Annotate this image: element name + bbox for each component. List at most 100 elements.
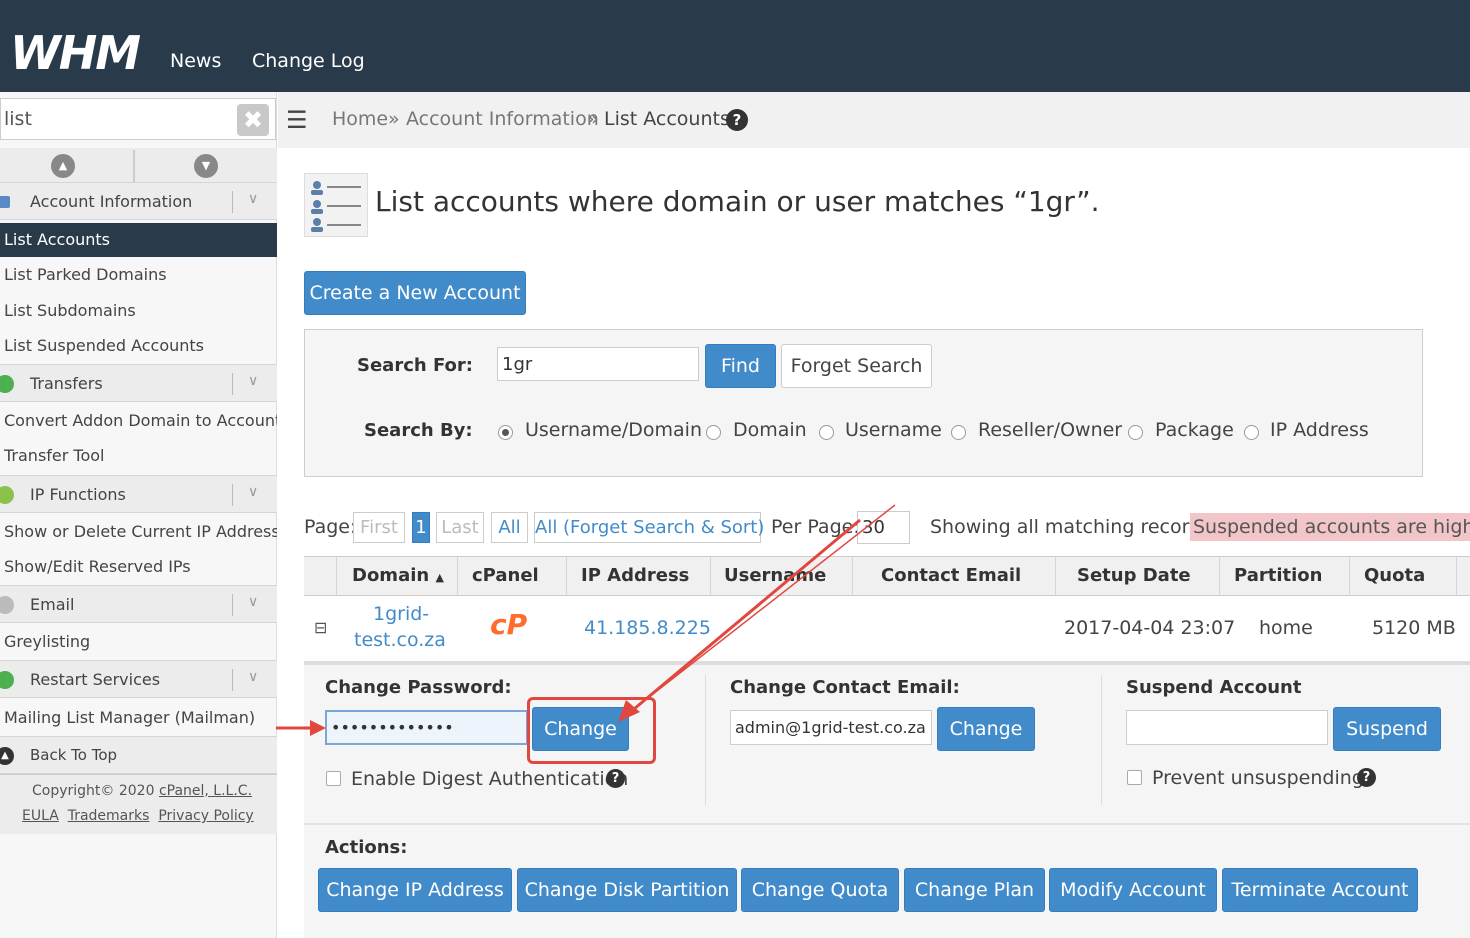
radio-ip-address[interactable] [1244, 425, 1259, 440]
sidebar-item-list-parked-domains[interactable]: List Parked Domains [0, 258, 277, 292]
page-all-forget-button[interactable]: All (Forget Search & Sort) [534, 512, 764, 543]
chevron-down-icon[interactable]: ∨ [248, 594, 258, 610]
password-input[interactable] [325, 710, 528, 745]
radio-reseller-owner[interactable] [951, 425, 966, 440]
email-icon [0, 596, 14, 614]
column-partition[interactable]: Partition [1234, 565, 1322, 586]
privacy-policy-link[interactable]: Privacy Policy [158, 808, 253, 824]
radio-username[interactable] [819, 425, 834, 440]
table-row: ⊟ 1grid- test.co.za cP 41.185.8.225 2017… [304, 596, 1470, 662]
breadcrumb-home[interactable]: Home [332, 108, 388, 130]
arrow-up-icon: ▲ [0, 747, 14, 765]
suspend-button[interactable]: Suspend [1333, 707, 1441, 751]
sidebar-group-account-information[interactable]: Account Information ∨ [0, 182, 277, 220]
divider [705, 675, 706, 805]
change-plan-button[interactable]: Change Plan [904, 868, 1045, 912]
domain-link-line1[interactable]: 1grid- [373, 603, 429, 625]
prevent-unsuspending-checkbox[interactable] [1127, 770, 1142, 785]
change-quota-button[interactable]: Change Quota [741, 868, 899, 912]
sidebar-item-convert-addon-domain[interactable]: Convert Addon Domain to Account [0, 404, 277, 438]
column-username[interactable]: Username [724, 565, 826, 586]
nav-news[interactable]: News [170, 50, 221, 72]
nav-change-log[interactable]: Change Log [252, 50, 365, 72]
back-to-top[interactable]: ▲ Back To Top [0, 736, 277, 774]
chevron-down-icon[interactable]: ∨ [248, 191, 258, 207]
sidebar-group-label: Account Information [30, 192, 193, 211]
domain-link-line2[interactable]: test.co.za [354, 629, 446, 651]
help-icon[interactable]: ? [726, 109, 748, 131]
cpanel-link[interactable]: cPanel, L.L.C. [159, 783, 252, 799]
chevron-down-icon[interactable]: ∨ [248, 669, 258, 685]
trademarks-link[interactable]: Trademarks [68, 808, 150, 824]
terminate-account-button[interactable]: Terminate Account [1222, 868, 1418, 912]
suspend-reason-input[interactable] [1126, 710, 1328, 745]
radio-label: Package [1155, 419, 1234, 441]
actions-label: Actions: [325, 837, 408, 858]
sidebar-group-label: Email [30, 595, 75, 614]
per-page-input[interactable] [857, 511, 910, 544]
chevron-down-icon[interactable]: ∨ [248, 373, 258, 389]
radio-username-domain[interactable] [498, 425, 513, 440]
sidebar: ✖ ▲ ▼ Account Information ∨ List Account… [0, 92, 277, 938]
column-quota[interactable]: Quota [1364, 565, 1425, 586]
forget-search-button[interactable]: Forget Search [781, 344, 932, 388]
sidebar-item-list-suspended-accounts[interactable]: List Suspended Accounts [0, 329, 277, 363]
clear-search-icon[interactable]: ✖ [237, 104, 269, 136]
sidebar-group-email[interactable]: Email ∨ [0, 585, 277, 623]
sidebar-group-ip-functions[interactable]: IP Functions ∨ [0, 475, 277, 513]
column-ip-address[interactable]: IP Address [581, 565, 689, 586]
breadcrumb-account-information[interactable]: Account Information [406, 108, 599, 130]
find-button[interactable]: Find [705, 344, 776, 388]
account-list-icon [0, 196, 10, 208]
sidebar-toggle-icon[interactable]: ☰ [286, 106, 308, 134]
sidebar-group-restart-services[interactable]: Restart Services ∨ [0, 660, 277, 698]
showing-text: Showing all matching records. [930, 516, 1218, 538]
help-icon[interactable]: ? [606, 769, 625, 788]
create-account-button[interactable]: Create a New Account [304, 271, 526, 315]
sidebar-group-label: Restart Services [30, 670, 161, 689]
radio-label: Username/Domain [525, 419, 702, 441]
contact-email-input[interactable] [730, 710, 932, 745]
column-setup-date[interactable]: Setup Date [1077, 565, 1191, 586]
sidebar-item-transfer-tool[interactable]: Transfer Tool [0, 439, 277, 473]
help-icon[interactable]: ? [1357, 768, 1376, 787]
page-current-button[interactable]: 1 [412, 512, 430, 543]
sidebar-item-list-accounts[interactable]: List Accounts [0, 223, 277, 257]
radio-domain[interactable] [706, 425, 721, 440]
whm-logo[interactable]: WHM [10, 26, 141, 80]
column-cpanel[interactable]: cPanel [472, 565, 539, 586]
column-contact-email[interactable]: Contact Email [881, 565, 1021, 586]
column-domain[interactable]: Domain ▲ [352, 565, 444, 586]
digest-auth-checkbox[interactable] [326, 771, 341, 786]
sidebar-item-mailman[interactable]: Mailing List Manager (Mailman) [0, 701, 277, 735]
collapse-all-icon[interactable]: ▲ [51, 154, 75, 178]
collapse-row-icon[interactable]: ⊟ [314, 618, 327, 637]
sidebar-item-show-delete-ip[interactable]: Show or Delete Current IP Addresses [0, 515, 277, 549]
radio-label: Username [845, 419, 942, 441]
modify-account-button[interactable]: Modify Account [1049, 868, 1217, 912]
change-disk-partition-button[interactable]: Change Disk Partition [517, 868, 737, 912]
chevron-down-icon[interactable]: ∨ [248, 484, 258, 500]
sidebar-search-input[interactable] [4, 105, 229, 133]
page-all-button[interactable]: All [491, 512, 528, 543]
accounts-table-header: Domain ▲ cPanel IP Address Username Cont… [304, 556, 1470, 663]
search-input[interactable] [497, 347, 699, 381]
change-ip-address-button[interactable]: Change IP Address [318, 868, 512, 912]
eula-link[interactable]: EULA [22, 808, 59, 824]
cpanel-logo-icon[interactable]: cP [490, 608, 527, 641]
sidebar-group-transfers[interactable]: Transfers ∨ [0, 364, 277, 402]
annotation-highlight-box [527, 697, 656, 764]
sidebar-item-list-subdomains[interactable]: List Subdomains [0, 294, 277, 328]
divider [232, 484, 233, 506]
expand-all-icon[interactable]: ▼ [194, 154, 218, 178]
sidebar-item-reserved-ips[interactable]: Show/Edit Reserved IPs [0, 550, 277, 584]
page-first-button[interactable]: First [353, 512, 405, 543]
list-accounts-icon [304, 173, 368, 237]
page-last-button[interactable]: Last [436, 512, 484, 543]
radio-package[interactable] [1128, 425, 1143, 440]
sidebar-item-greylisting[interactable]: Greylisting [0, 625, 277, 659]
change-email-button[interactable]: Change [937, 707, 1035, 751]
transfer-icon [0, 375, 14, 393]
search-by-label: Search By: [364, 420, 473, 441]
ip-address-link[interactable]: 41.185.8.225 [584, 617, 711, 639]
